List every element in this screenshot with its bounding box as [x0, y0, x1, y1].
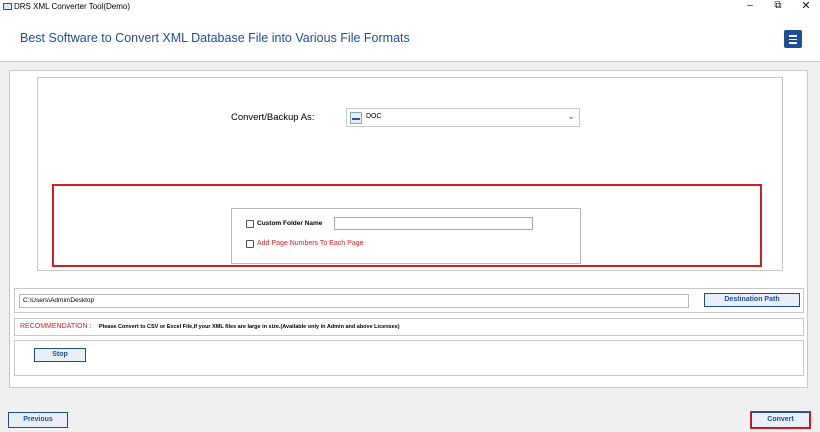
previous-button[interactable]: Previous	[8, 412, 68, 428]
page-numbers-checkbox[interactable]	[246, 240, 254, 248]
page-title: Best Software to Convert XML Database Fi…	[20, 31, 410, 45]
custom-folder-input[interactable]	[334, 217, 533, 230]
selected-format: DOC	[366, 113, 382, 120]
destination-path-field[interactable]: C:\Users\Admin\Desktop	[19, 294, 689, 308]
recommendation-text: Please Convert to CSV or Excel File,If y…	[99, 324, 400, 330]
destination-bar: C:\Users\Admin\Desktop Destination Path	[14, 288, 804, 313]
restore-button[interactable]: ⧉	[764, 0, 792, 14]
destination-path-button[interactable]: Destination Path	[704, 293, 800, 307]
app-icon	[3, 3, 12, 10]
custom-folder-label: Custom Folder Name	[257, 220, 323, 227]
convert-as-label: Convert/Backup As:	[231, 112, 315, 123]
custom-folder-checkbox[interactable]	[246, 220, 254, 228]
chevron-down-icon: ⌄	[567, 111, 575, 121]
close-button[interactable]: ✕	[792, 0, 820, 14]
options-box: Custom Folder Name Add Page Numbers To E…	[231, 208, 581, 264]
recommendation-bar: RECOMMENDATION : Please Convert to CSV o…	[14, 318, 804, 336]
page-numbers-label: Add Page Numbers To Each Page	[257, 240, 364, 247]
window-title: DRS XML Converter Tool(Demo)	[14, 2, 131, 11]
hamburger-menu-icon[interactable]	[784, 30, 802, 48]
progress-area: Stop	[14, 340, 804, 376]
recommendation-label: RECOMMENDATION :	[20, 323, 92, 330]
convert-button[interactable]: Convert	[750, 411, 811, 429]
app-header: Best Software to Convert XML Database Fi…	[0, 14, 820, 62]
doc-file-icon	[350, 112, 362, 124]
stop-button[interactable]: Stop	[34, 348, 86, 362]
format-select[interactable]: DOC ⌄	[346, 108, 580, 127]
minimize-button[interactable]: –	[736, 0, 764, 14]
title-bar: DRS XML Converter Tool(Demo) – ⧉ ✕	[0, 0, 820, 14]
